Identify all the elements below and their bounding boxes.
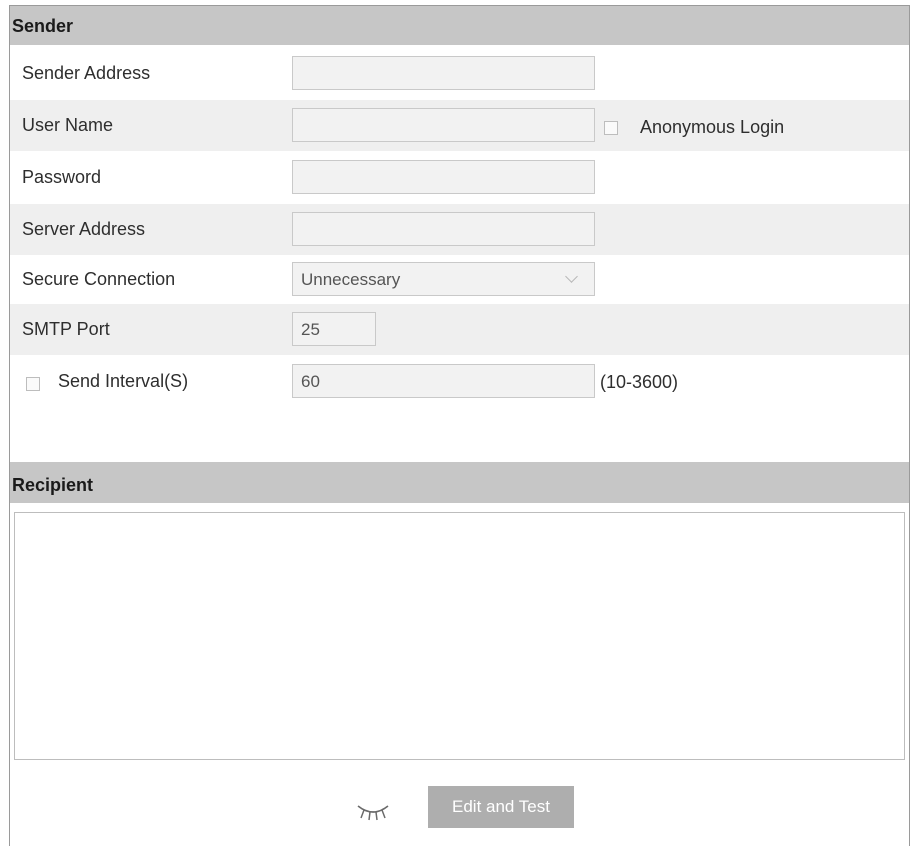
secure-connection-select[interactable]: Unnecessary xyxy=(292,262,595,296)
send-interval-label: Send Interval(S) xyxy=(58,371,189,391)
anonymous-login-checkbox[interactable] xyxy=(604,121,618,135)
server-address-label: Server Address xyxy=(22,219,146,239)
password-row: Password xyxy=(10,152,909,203)
password-input[interactable] xyxy=(292,160,595,194)
sender-address-input[interactable] xyxy=(292,56,595,90)
user-name-input[interactable] xyxy=(292,108,595,142)
chevron-down-icon xyxy=(565,270,578,283)
anonymous-login-label: Anonymous Login xyxy=(640,117,785,137)
recipient-section-title: Recipient xyxy=(12,475,94,495)
server-address-row: Server Address xyxy=(10,204,909,255)
secure-connection-row: Secure Connection Unnecessary xyxy=(10,254,909,305)
send-interval-input[interactable]: 60 xyxy=(292,364,595,398)
sender-section-title: Sender xyxy=(12,16,74,36)
eye-closed-icon[interactable] xyxy=(355,800,391,824)
email-settings-panel: Sender Sender Address User Name Anonymou… xyxy=(9,5,910,846)
sender-section-header: Sender xyxy=(10,6,909,45)
send-interval-range: (10-3600) xyxy=(600,372,679,392)
smtp-port-row: SMTP Port 25 xyxy=(10,304,909,355)
recipient-list[interactable] xyxy=(14,512,905,760)
secure-connection-value: Unnecessary xyxy=(301,270,401,289)
sender-address-row: Sender Address xyxy=(10,48,909,99)
smtp-port-label: SMTP Port xyxy=(22,319,110,339)
user-name-label: User Name xyxy=(22,115,114,135)
send-interval-checkbox[interactable] xyxy=(26,377,40,391)
secure-connection-label: Secure Connection xyxy=(22,269,176,289)
smtp-port-input[interactable]: 25 xyxy=(292,312,376,346)
send-interval-row: Send Interval(S) 60 (10-3600) xyxy=(10,356,909,407)
sender-address-label: Sender Address xyxy=(22,63,151,83)
recipient-section-header: Recipient xyxy=(10,462,909,503)
server-address-input[interactable] xyxy=(292,212,595,246)
edit-and-test-button[interactable]: Edit and Test xyxy=(428,786,574,828)
user-name-row: User Name Anonymous Login xyxy=(10,100,909,151)
password-label: Password xyxy=(22,167,102,187)
